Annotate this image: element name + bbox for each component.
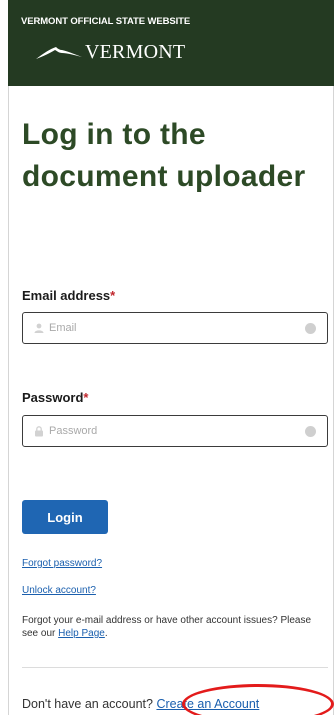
forgot-password-link[interactable]: Forgot password?: [22, 558, 102, 569]
email-placeholder: Email: [49, 322, 77, 334]
no-account-text: Don't have an account?: [22, 697, 153, 711]
unlock-account-link[interactable]: Unlock account?: [22, 585, 96, 596]
password-field[interactable]: Password: [22, 415, 328, 447]
help-text-suffix: .: [104, 628, 108, 639]
site-header: VERMONT OFFICIAL STATE WEBSITE VERMONT: [8, 0, 334, 86]
required-mark: *: [83, 390, 89, 405]
login-button[interactable]: Login: [22, 500, 108, 534]
mountain-logo-icon: [36, 47, 82, 59]
password-placeholder: Password: [49, 425, 98, 437]
field-status-icon: [305, 322, 316, 334]
page-frame: [8, 0, 334, 715]
password-label: Password*: [22, 390, 88, 405]
vermont-logo[interactable]: VERMONT: [34, 39, 185, 65]
section-divider: [22, 667, 328, 668]
email-label: Email address*: [22, 288, 115, 303]
email-field[interactable]: Email: [22, 312, 328, 344]
help-page-link[interactable]: Help Page: [58, 628, 105, 639]
official-site-label: VERMONT OFFICIAL STATE WEBSITE: [21, 16, 191, 27]
page-title: Log in to the document uploader: [22, 118, 306, 193]
account-help-text: Forgot your e-mail address or have other…: [22, 614, 328, 640]
user-icon: [33, 322, 45, 334]
password-label-text: Password: [22, 390, 84, 405]
lock-icon: [33, 425, 45, 437]
email-label-text: Email address: [22, 288, 111, 303]
logo-text: VERMONT: [85, 40, 186, 63]
field-status-icon: [305, 425, 316, 437]
required-mark: *: [110, 288, 116, 303]
